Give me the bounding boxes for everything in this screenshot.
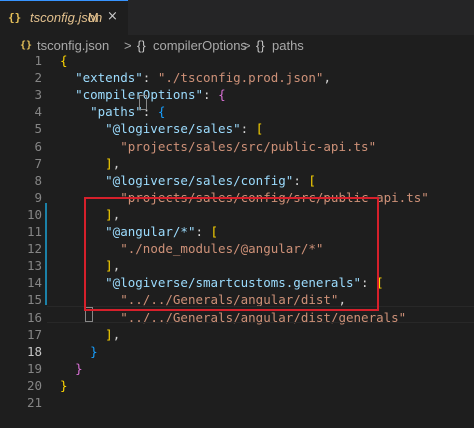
code-line[interactable]: ], [60, 155, 120, 172]
code-token: "./tsconfig.prod.json" [157, 70, 324, 86]
code-token: } [90, 343, 98, 359]
line-number: 21 [26, 395, 42, 410]
line-number: 17 [26, 326, 42, 342]
code-token: , [112, 155, 121, 171]
code-token: : [203, 87, 219, 103]
line-number: 15 [26, 292, 42, 308]
line-number: 7 [34, 155, 42, 171]
line-number: 1 [34, 53, 42, 68]
close-icon[interactable]: × [107, 9, 118, 24]
code-token: "@logiverse/sales/config" [105, 172, 294, 188]
code-token: "@logiverse/sales" [105, 121, 241, 137]
code-token: "extends" [75, 70, 143, 86]
code-token: , [112, 326, 121, 342]
line-number: 11 [26, 224, 42, 239]
code-token: [ [255, 121, 264, 137]
code-line[interactable]: ], [60, 326, 120, 343]
code-token: [ [308, 172, 316, 188]
line-number: 4 [34, 104, 42, 120]
line-number: 12 [26, 241, 42, 257]
modified-badge: M [88, 10, 99, 25]
code-token: { [60, 53, 68, 68]
code-token: ] [105, 155, 113, 171]
code-token: , [323, 70, 331, 86]
line-number: 20 [26, 377, 42, 393]
code-line[interactable]: } [60, 343, 98, 360]
bracket-match-open [139, 95, 147, 110]
code-line[interactable]: } [60, 360, 83, 377]
highlight-box [84, 197, 379, 311]
git-change-indicator [45, 203, 47, 305]
code-token: : [293, 172, 309, 188]
code-token: { [157, 104, 166, 120]
code-token: { [218, 87, 226, 103]
line-number: 18 [26, 343, 42, 359]
tab-tsconfig-json[interactable]: {} tsconfig.json M × [0, 0, 128, 35]
code-line[interactable]: "@logiverse/sales/config": [ [60, 172, 316, 189]
line-number: 13 [26, 258, 42, 274]
line-number: 9 [34, 189, 42, 205]
code-token: "projects/sales/src/public-api.ts" [120, 138, 377, 154]
line-number: 14 [26, 275, 42, 291]
json-file-icon: {} [8, 11, 22, 24]
code-line[interactable]: "extends": "./tsconfig.prod.json", [60, 69, 331, 86]
line-number: 6 [34, 138, 42, 154]
line-number: 3 [34, 87, 42, 103]
code-token: "paths" [90, 104, 143, 120]
line-number: 19 [26, 360, 42, 376]
code-line[interactable]: "@logiverse/sales": [ [60, 120, 263, 137]
line-number: 5 [34, 121, 42, 137]
code-line[interactable]: } [60, 377, 68, 394]
line-number: 2 [34, 70, 42, 86]
code-line[interactable]: { [60, 52, 68, 69]
code-line[interactable]: "projects/sales/src/public-api.ts" [60, 138, 376, 155]
line-number: 10 [26, 206, 42, 222]
code-token: : [240, 121, 256, 137]
code-token: } [75, 360, 83, 376]
code-line[interactable]: "paths": { [60, 103, 165, 120]
code-token: ] [105, 326, 113, 342]
tab-bar: {} tsconfig.json M × [0, 0, 474, 35]
code-token: : [142, 70, 158, 86]
line-number: 8 [34, 172, 42, 188]
line-number: 16 [26, 309, 42, 325]
code-token: } [60, 377, 68, 393]
